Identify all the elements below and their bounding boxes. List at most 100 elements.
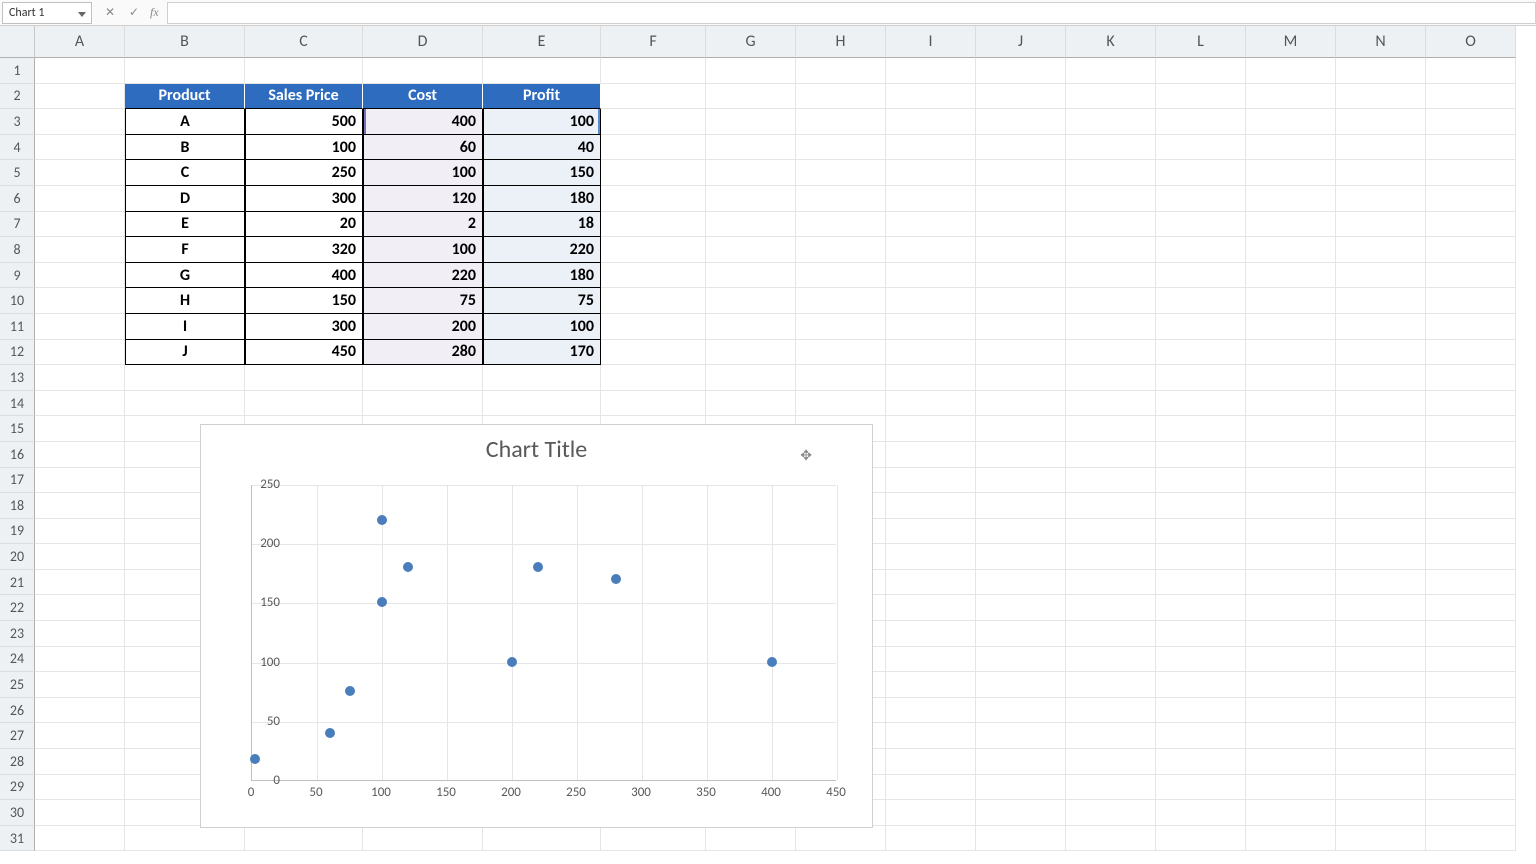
cell-B14[interactable] bbox=[125, 391, 245, 417]
cell-I17[interactable] bbox=[886, 468, 976, 494]
cell-B6[interactable]: D bbox=[125, 186, 245, 212]
cell-L19[interactable] bbox=[1156, 519, 1246, 545]
cell-O27[interactable] bbox=[1426, 723, 1516, 749]
col-header-J[interactable]: J bbox=[976, 26, 1066, 58]
cell-O7[interactable] bbox=[1426, 212, 1516, 238]
cell-N17[interactable] bbox=[1336, 468, 1426, 494]
cell-J7[interactable] bbox=[976, 212, 1066, 238]
cell-L9[interactable] bbox=[1156, 263, 1246, 289]
cell-A20[interactable] bbox=[35, 544, 125, 570]
cell-I7[interactable] bbox=[886, 212, 976, 238]
cell-J13[interactable] bbox=[976, 365, 1066, 391]
cell-L7[interactable] bbox=[1156, 212, 1246, 238]
cell-O24[interactable] bbox=[1426, 647, 1516, 673]
cell-F1[interactable] bbox=[601, 58, 706, 84]
cell-O1[interactable] bbox=[1426, 58, 1516, 84]
cell-K17[interactable] bbox=[1066, 468, 1156, 494]
cell-F11[interactable] bbox=[601, 314, 706, 340]
cell-N20[interactable] bbox=[1336, 544, 1426, 570]
cell-B4[interactable]: B bbox=[125, 135, 245, 161]
cell-O11[interactable] bbox=[1426, 314, 1516, 340]
cell-B9[interactable]: G bbox=[125, 263, 245, 289]
cell-A4[interactable] bbox=[35, 135, 125, 161]
cell-L25[interactable] bbox=[1156, 672, 1246, 698]
cell-K10[interactable] bbox=[1066, 288, 1156, 314]
cell-N12[interactable] bbox=[1336, 340, 1426, 366]
cell-L12[interactable] bbox=[1156, 340, 1246, 366]
cell-F4[interactable] bbox=[601, 135, 706, 161]
cell-D7[interactable]: 2 bbox=[363, 212, 483, 238]
cell-L16[interactable] bbox=[1156, 442, 1246, 468]
cell-A8[interactable] bbox=[35, 237, 125, 263]
cell-C4[interactable]: 100 bbox=[245, 135, 363, 161]
col-header-B[interactable]: B bbox=[125, 26, 245, 58]
cell-E10[interactable]: 75 bbox=[483, 288, 601, 314]
row-header-9[interactable]: 9 bbox=[0, 263, 35, 289]
name-box[interactable]: Chart 1 bbox=[2, 2, 92, 24]
cell-A7[interactable] bbox=[35, 212, 125, 238]
cell-D11[interactable]: 200 bbox=[363, 314, 483, 340]
cell-F13[interactable] bbox=[601, 365, 706, 391]
row-header-1[interactable]: 1 bbox=[0, 58, 35, 84]
select-all-corner[interactable] bbox=[0, 26, 35, 58]
cell-E3[interactable]: 100 bbox=[483, 109, 601, 135]
cell-M2[interactable] bbox=[1246, 84, 1336, 110]
cell-A15[interactable] bbox=[35, 416, 125, 442]
cell-J25[interactable] bbox=[976, 672, 1066, 698]
cell-K21[interactable] bbox=[1066, 570, 1156, 596]
cell-K24[interactable] bbox=[1066, 647, 1156, 673]
cell-D13[interactable] bbox=[363, 365, 483, 391]
cell-B10[interactable]: H bbox=[125, 288, 245, 314]
cell-I1[interactable] bbox=[886, 58, 976, 84]
cell-A14[interactable] bbox=[35, 391, 125, 417]
cell-L20[interactable] bbox=[1156, 544, 1246, 570]
cell-A19[interactable] bbox=[35, 519, 125, 545]
cell-E2[interactable]: Profit bbox=[483, 84, 601, 110]
cell-C14[interactable] bbox=[245, 391, 363, 417]
cell-O26[interactable] bbox=[1426, 698, 1516, 724]
cell-I22[interactable] bbox=[886, 595, 976, 621]
cell-L15[interactable] bbox=[1156, 416, 1246, 442]
fx-icon[interactable]: fx bbox=[150, 5, 159, 20]
cell-I2[interactable] bbox=[886, 84, 976, 110]
cell-K1[interactable] bbox=[1066, 58, 1156, 84]
cell-C2[interactable]: Sales Price bbox=[245, 84, 363, 110]
row-header-2[interactable]: 2 bbox=[0, 84, 35, 110]
cell-C10[interactable]: 150 bbox=[245, 288, 363, 314]
chart-point[interactable] bbox=[507, 657, 517, 667]
row-header-24[interactable]: 24 bbox=[0, 647, 35, 673]
cell-H5[interactable] bbox=[796, 160, 886, 186]
cell-A22[interactable] bbox=[35, 595, 125, 621]
chart-point[interactable] bbox=[325, 728, 335, 738]
cell-I27[interactable] bbox=[886, 723, 976, 749]
cell-H10[interactable] bbox=[796, 288, 886, 314]
cell-M8[interactable] bbox=[1246, 237, 1336, 263]
cell-O12[interactable] bbox=[1426, 340, 1516, 366]
col-header-G[interactable]: G bbox=[706, 26, 796, 58]
cell-I9[interactable] bbox=[886, 263, 976, 289]
cell-N8[interactable] bbox=[1336, 237, 1426, 263]
cell-H11[interactable] bbox=[796, 314, 886, 340]
cell-C31[interactable] bbox=[245, 826, 363, 852]
cell-N3[interactable] bbox=[1336, 109, 1426, 135]
cell-J4[interactable] bbox=[976, 135, 1066, 161]
cell-J30[interactable] bbox=[976, 800, 1066, 826]
col-header-N[interactable]: N bbox=[1336, 26, 1426, 58]
row-header-16[interactable]: 16 bbox=[0, 442, 35, 468]
cell-O10[interactable] bbox=[1426, 288, 1516, 314]
cell-K18[interactable] bbox=[1066, 493, 1156, 519]
row-header-30[interactable]: 30 bbox=[0, 800, 35, 826]
cell-M20[interactable] bbox=[1246, 544, 1336, 570]
cell-N11[interactable] bbox=[1336, 314, 1426, 340]
cell-C8[interactable]: 320 bbox=[245, 237, 363, 263]
cell-K2[interactable] bbox=[1066, 84, 1156, 110]
cell-J22[interactable] bbox=[976, 595, 1066, 621]
cell-F9[interactable] bbox=[601, 263, 706, 289]
cell-K16[interactable] bbox=[1066, 442, 1156, 468]
cell-J21[interactable] bbox=[976, 570, 1066, 596]
cell-L17[interactable] bbox=[1156, 468, 1246, 494]
cell-N1[interactable] bbox=[1336, 58, 1426, 84]
cell-J6[interactable] bbox=[976, 186, 1066, 212]
cell-K30[interactable] bbox=[1066, 800, 1156, 826]
cell-A11[interactable] bbox=[35, 314, 125, 340]
